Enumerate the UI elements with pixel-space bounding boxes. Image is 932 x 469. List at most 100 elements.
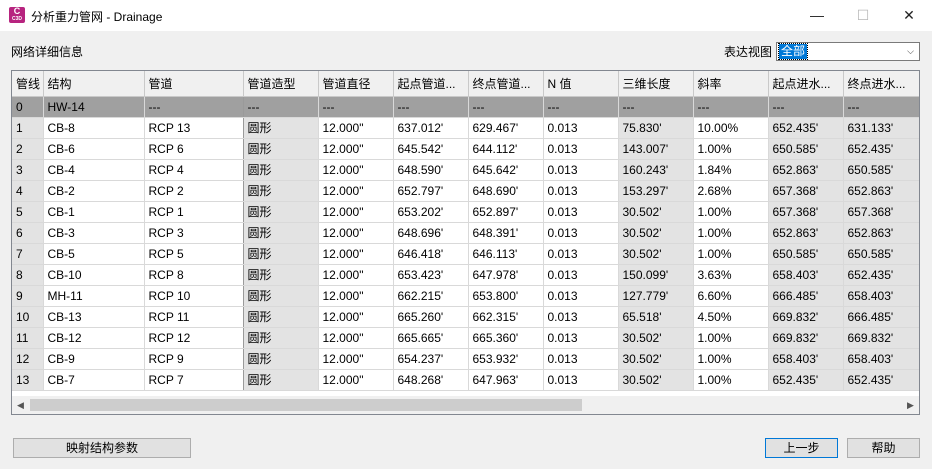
table-cell[interactable]: 12.000": [318, 264, 394, 286]
table-cell[interactable]: ---: [768, 96, 844, 118]
table-cell[interactable]: ---: [393, 96, 469, 118]
table-cell[interactable]: 652.863': [843, 180, 919, 202]
table-cell[interactable]: 652.435': [843, 264, 919, 286]
table-cell[interactable]: 654.237': [393, 348, 469, 370]
table-cell[interactable]: 650.585': [843, 243, 919, 265]
table-cell[interactable]: 12.000": [318, 369, 394, 391]
table-cell[interactable]: 652.797': [393, 180, 469, 202]
table-cell[interactable]: 662.315': [468, 306, 544, 328]
column-header[interactable]: N 值: [543, 71, 619, 97]
table-cell[interactable]: 652.863': [768, 222, 844, 244]
table-cell[interactable]: CB-12: [43, 327, 145, 349]
table-cell[interactable]: 4.50%: [693, 306, 769, 328]
table-cell[interactable]: 12.000": [318, 117, 394, 139]
column-header[interactable]: 管线: [12, 71, 44, 97]
table-cell[interactable]: 2: [12, 138, 44, 160]
table-cell[interactable]: ---: [243, 96, 319, 118]
table-cell[interactable]: 圆形: [243, 369, 319, 391]
table-cell[interactable]: 12.000": [318, 159, 394, 181]
table-cell[interactable]: 648.391': [468, 222, 544, 244]
table-cell[interactable]: 6.60%: [693, 285, 769, 307]
table-cell[interactable]: ---: [468, 96, 544, 118]
column-header[interactable]: 管道直径: [318, 71, 394, 97]
table-cell[interactable]: 10: [12, 306, 44, 328]
table-cell[interactable]: 652.435': [768, 117, 844, 139]
table-cell[interactable]: 圆形: [243, 138, 319, 160]
table-cell[interactable]: 30.502': [618, 369, 694, 391]
table-cell[interactable]: 12.000": [318, 138, 394, 160]
table-cell[interactable]: 0.013: [543, 369, 619, 391]
table-cell[interactable]: 1.00%: [693, 327, 769, 349]
table-cell[interactable]: 666.485': [843, 306, 919, 328]
table-row[interactable]: 5 CB-1 RCP 1 圆形 12.000" 653.202' 652.897' 0.013…: [12, 201, 919, 223]
table-cell[interactable]: 12.000": [318, 222, 394, 244]
scrollbar-thumb[interactable]: [30, 399, 582, 411]
table-cell[interactable]: 644.112': [468, 138, 544, 160]
map-structure-params-button[interactable]: 映射结构参数: [13, 438, 191, 458]
column-header[interactable]: 终点管道...: [468, 71, 544, 97]
table-cell[interactable]: 2.68%: [693, 180, 769, 202]
table-cell[interactable]: 653.932': [468, 348, 544, 370]
table-cell[interactable]: 1.00%: [693, 243, 769, 265]
table-cell[interactable]: CB-2: [43, 180, 145, 202]
table-cell[interactable]: RCP 5: [144, 243, 244, 265]
table-cell[interactable]: CB-4: [43, 159, 145, 181]
table-cell[interactable]: ---: [144, 96, 244, 118]
table-cell[interactable]: CB-3: [43, 222, 145, 244]
table-cell[interactable]: 圆形: [243, 348, 319, 370]
table-cell[interactable]: 0.013: [543, 180, 619, 202]
table-cell[interactable]: 6: [12, 222, 44, 244]
table-cell[interactable]: 圆形: [243, 243, 319, 265]
table-cell[interactable]: 631.133': [843, 117, 919, 139]
table-row[interactable]: 3 CB-4 RCP 4 圆形 12.000" 648.590' 645.642' 0.013…: [12, 159, 919, 181]
chevron-down-icon[interactable]: ⌵: [902, 43, 919, 60]
table-cell[interactable]: 12.000": [318, 285, 394, 307]
table-cell[interactable]: 665.260': [393, 306, 469, 328]
table-cell[interactable]: 12.000": [318, 306, 394, 328]
table-cell[interactable]: 12.000": [318, 348, 394, 370]
table-cell[interactable]: 0.013: [543, 159, 619, 181]
help-button[interactable]: 帮助: [847, 438, 920, 458]
table-cell[interactable]: 1.00%: [693, 369, 769, 391]
table-cell[interactable]: 1.84%: [693, 159, 769, 181]
table-cell[interactable]: 653.423': [393, 264, 469, 286]
table-cell[interactable]: 637.012': [393, 117, 469, 139]
table-row[interactable]: 10 CB-13 RCP 11 圆形 12.000" 665.260' 662.315' 0.…: [12, 306, 919, 328]
table-cell[interactable]: RCP 12: [144, 327, 244, 349]
table-cell[interactable]: 645.642': [468, 159, 544, 181]
table-row[interactable]: 6 CB-3 RCP 3 圆形 12.000" 648.696' 648.391' 0.013…: [12, 222, 919, 244]
table-cell[interactable]: 4: [12, 180, 44, 202]
table-cell[interactable]: RCP 7: [144, 369, 244, 391]
table-cell[interactable]: 30.502': [618, 222, 694, 244]
table-cell[interactable]: 657.368': [768, 180, 844, 202]
table-cell[interactable]: 669.832': [768, 327, 844, 349]
table-cell[interactable]: RCP 4: [144, 159, 244, 181]
table-cell[interactable]: 657.368': [768, 201, 844, 223]
table-cell[interactable]: 12.000": [318, 201, 394, 223]
table-cell[interactable]: 662.215': [393, 285, 469, 307]
table-cell[interactable]: ---: [843, 96, 919, 118]
table-cell[interactable]: RCP 6: [144, 138, 244, 160]
table-cell[interactable]: 646.113': [468, 243, 544, 265]
table-row[interactable]: 7 CB-5 RCP 5 圆形 12.000" 646.418' 646.113' 0.013…: [12, 243, 919, 265]
table-cell[interactable]: 650.585': [843, 159, 919, 181]
table-cell[interactable]: CB-10: [43, 264, 145, 286]
table-cell[interactable]: 1.00%: [693, 201, 769, 223]
table-cell[interactable]: 665.665': [393, 327, 469, 349]
table-cell[interactable]: 150.099': [618, 264, 694, 286]
table-cell[interactable]: 650.585': [768, 243, 844, 265]
table-cell[interactable]: MH-11: [43, 285, 145, 307]
table-cell[interactable]: 圆形: [243, 180, 319, 202]
column-header[interactable]: 起点管道...: [393, 71, 469, 97]
table-cell[interactable]: RCP 1: [144, 201, 244, 223]
table-cell[interactable]: RCP 3: [144, 222, 244, 244]
table-cell[interactable]: 0.013: [543, 117, 619, 139]
table-cell[interactable]: 665.360': [468, 327, 544, 349]
table-cell[interactable]: 0.013: [543, 306, 619, 328]
scroll-right-icon[interactable]: ▶: [902, 396, 919, 414]
minimize-icon[interactable]: —: [794, 0, 840, 31]
table-cell[interactable]: 0: [12, 96, 44, 118]
maximize-icon[interactable]: ☐: [840, 0, 886, 31]
table-cell[interactable]: 658.403': [768, 264, 844, 286]
table-row[interactable]: 8 CB-10 RCP 8 圆形 12.000" 653.423' 647.978' 0.01…: [12, 264, 919, 286]
